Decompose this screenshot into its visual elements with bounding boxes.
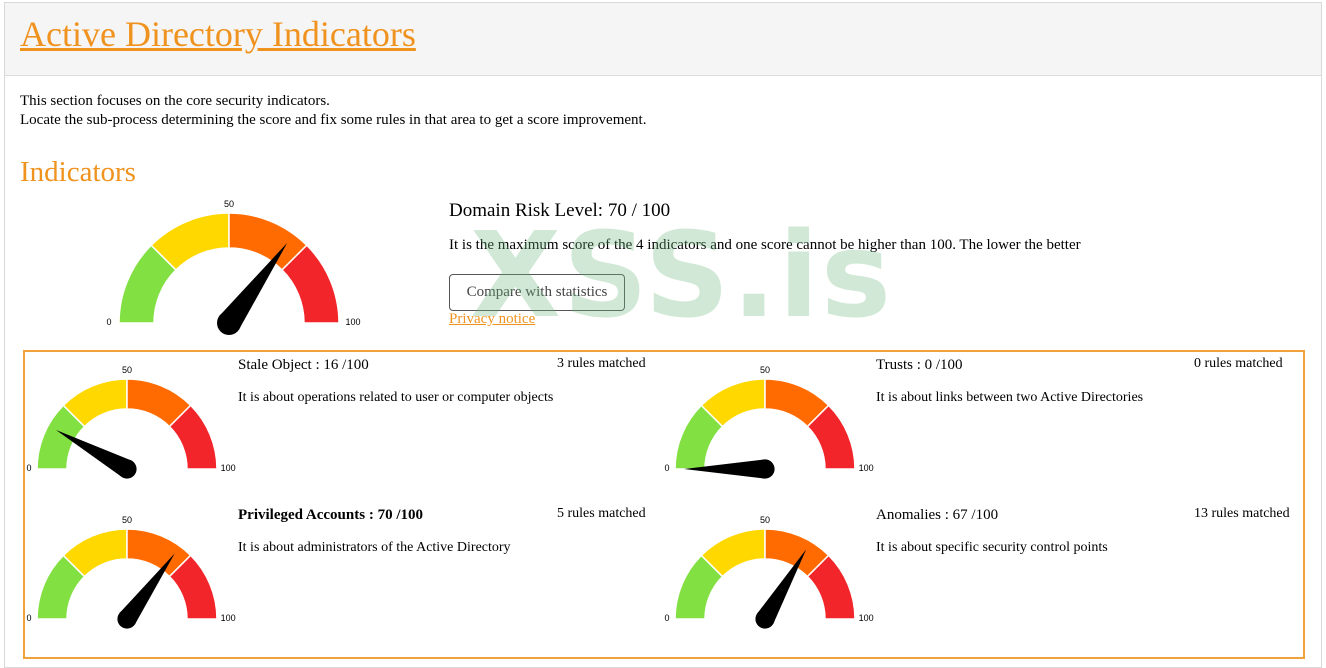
gauge-tick-mid: 50 <box>760 515 770 525</box>
gauge-tick-mid: 50 <box>122 515 132 525</box>
stale-object-gauge: 0 50 100 <box>7 349 247 509</box>
trusts-gauge: 0 50 100 <box>645 349 885 509</box>
gauge-svg: 0 50 100 <box>26 365 236 479</box>
gauge-tick-max: 100 <box>345 317 360 327</box>
gauge-tick-min: 0 <box>664 463 669 473</box>
privileged-accounts-gauge: 0 50 100 <box>7 499 247 659</box>
compare-with-statistics-button[interactable]: Compare with statistics <box>449 274 625 311</box>
gauge-needle-hub <box>755 459 775 479</box>
anomalies-rules-matched[interactable]: 13 rules matched <box>1194 505 1290 522</box>
privacy-notice-link[interactable]: Privacy notice <box>449 311 535 328</box>
gauge-tick-max: 100 <box>859 613 874 623</box>
gauge-tick-min: 0 <box>106 317 111 327</box>
gauge-tick-mid: 50 <box>760 365 770 375</box>
gauge-tick-max: 100 <box>221 463 236 473</box>
intro-text: This section focuses on the core securit… <box>20 92 646 130</box>
gauge-tick-max: 100 <box>221 613 236 623</box>
gauge-tick-min: 0 <box>26 463 31 473</box>
gauge-tick-min: 0 <box>26 613 31 623</box>
gauge-needle-hub <box>117 459 137 479</box>
gauge-needle-hub <box>117 609 137 629</box>
intro-line-2: Locate the sub-process determining the s… <box>20 112 647 128</box>
page-title[interactable]: Active Directory Indicators <box>20 12 416 56</box>
gauge-svg: 0 50 100 <box>26 515 236 629</box>
gauge-tick-mid: 50 <box>224 199 234 209</box>
main-gauge: 0 50 100 <box>89 183 369 363</box>
gauge-svg: 0 50 100 <box>106 199 361 335</box>
privileged-accounts-rules-matched[interactable]: 5 rules matched <box>557 505 646 522</box>
trusts-rules-matched[interactable]: 0 rules matched <box>1194 355 1283 372</box>
intro-line-1: This section focuses on the core securit… <box>20 93 330 109</box>
privileged-accounts-title: Privileged Accounts : 70 /100 <box>238 507 423 523</box>
trusts-description: It is about links between two Active Dir… <box>876 390 1144 405</box>
anomalies-gauge: 0 50 100 <box>645 499 885 659</box>
domain-risk-panel: Domain Risk Level: 70 / 100 It is the ma… <box>449 200 1169 327</box>
domain-risk-description: It is the maximum score of the 4 indicat… <box>449 237 1081 253</box>
anomalies-title: Anomalies : 67 /100 <box>876 507 999 523</box>
gauge-tick-min: 0 <box>664 613 669 623</box>
gauge-tick-mid: 50 <box>122 365 132 375</box>
gauge-needle-hub <box>217 311 241 335</box>
stale-object-description: It is about operations related to user o… <box>238 390 554 405</box>
gauge-tick-max: 100 <box>859 463 874 473</box>
gauge-needle-hub <box>755 609 775 629</box>
domain-risk-level: Domain Risk Level: 70 / 100 <box>449 200 671 221</box>
gauge-svg: 0 50 100 <box>664 515 874 629</box>
privileged-accounts-description: It is about administrators of the Active… <box>238 540 511 555</box>
gauge-svg: 0 50 100 <box>664 365 874 479</box>
stale-object-title: Stale Object : 16 /100 <box>238 357 369 373</box>
stale-object-rules-matched[interactable]: 3 rules matched <box>557 355 646 372</box>
anomalies-description: It is about specific security control po… <box>876 540 1108 555</box>
trusts-title: Trusts : 0 /100 <box>876 357 963 373</box>
